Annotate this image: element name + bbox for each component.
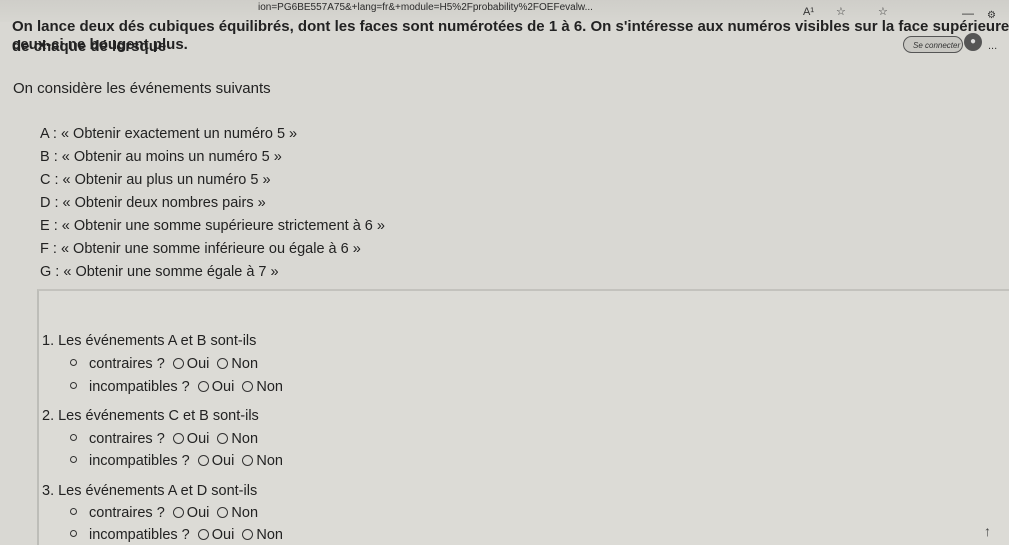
events-list: A : « Obtenir exactement un numéro 5 » B… (40, 124, 385, 285)
bullet-icon (70, 358, 77, 366)
event-item: E : « Obtenir une somme supérieure stric… (40, 218, 385, 234)
question-item: incompatibles ? Oui Non (70, 527, 283, 543)
event-item: F : « Obtenir une somme inférieure ou ég… (40, 241, 361, 257)
question-title: 3. Les événements A et D sont-ils (42, 483, 258, 499)
radio-no[interactable] (242, 454, 254, 466)
question-item: contraires ? Oui Non (70, 505, 258, 521)
event-item: B : « Obtenir au moins un numéro 5 » (40, 149, 282, 165)
bullet-icon (70, 381, 77, 389)
radio-yes[interactable] (197, 528, 209, 540)
exercise-intro-line2: ceux-ci ne bougent plus. (12, 36, 188, 53)
event-item: A : « Obtenir exactement un numéro 5 » (40, 126, 298, 142)
radio-no[interactable] (217, 432, 229, 444)
radio-yes[interactable] (197, 380, 209, 392)
url-text[interactable]: ion=PG6BE557A75&+lang=fr&+module=H5%2Fpr… (258, 2, 798, 13)
arrow-up-icon[interactable]: ↑ (984, 523, 991, 539)
radio-yes[interactable] (172, 432, 184, 444)
event-item: G : « Obtenir une somme égale à 7 » (40, 264, 279, 280)
question-title: 1. Les événements A et B sont-ils (42, 333, 257, 349)
bullet-icon (70, 529, 77, 537)
radio-yes[interactable] (172, 357, 184, 369)
radio-yes[interactable] (172, 506, 184, 518)
question-item: incompatibles ? Oui Non (70, 453, 283, 469)
radio-no[interactable] (242, 528, 254, 540)
event-item: C : « Obtenir au plus un numéro 5 » (40, 172, 271, 188)
bullet-icon (70, 455, 77, 463)
event-item: D : « Obtenir deux nombres pairs » (40, 195, 266, 211)
radio-no[interactable] (217, 506, 229, 518)
bullet-icon (70, 507, 77, 515)
question-title: 2. Les événements C et B sont-ils (42, 408, 259, 424)
question-item: contraires ? Oui Non (70, 356, 258, 372)
question-item: incompatibles ? Oui Non (70, 379, 283, 395)
radio-no[interactable] (242, 380, 254, 392)
events-intro: On considère les événements suivants (13, 80, 271, 97)
bullet-icon (70, 433, 77, 441)
question-item: contraires ? Oui Non (70, 431, 258, 447)
radio-yes[interactable] (197, 454, 209, 466)
radio-no[interactable] (217, 357, 229, 369)
